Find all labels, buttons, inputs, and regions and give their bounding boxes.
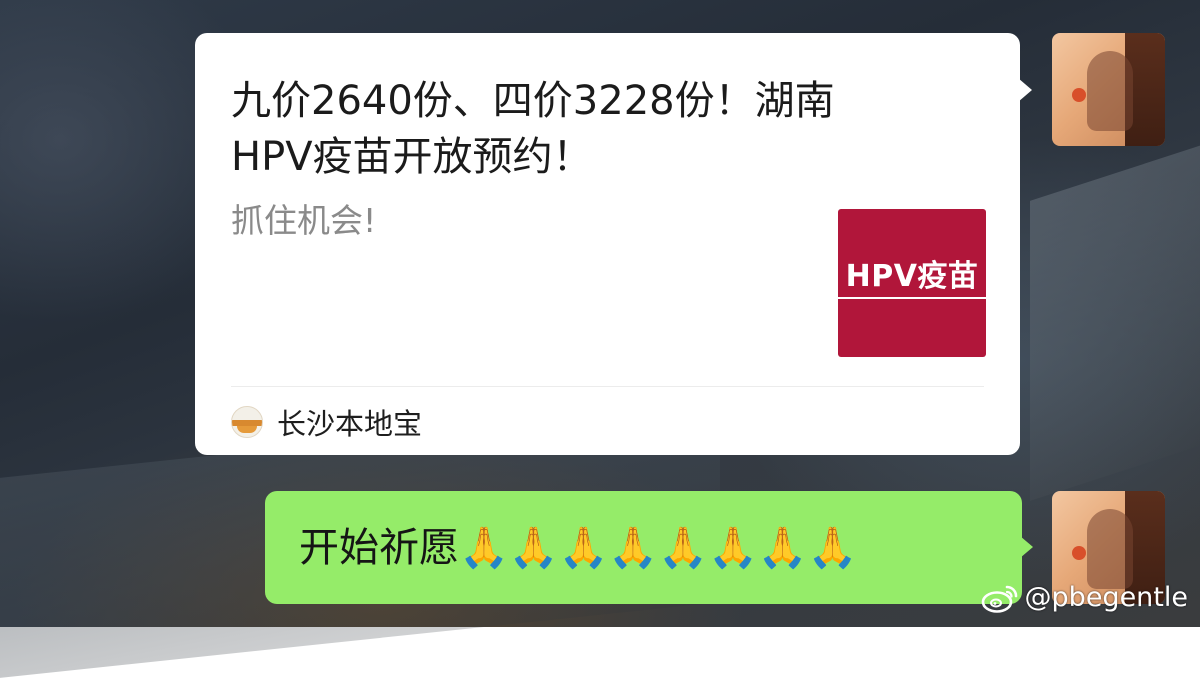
bubble-tail [1020,536,1033,558]
text-message-bubble[interactable]: 开始祈愿🙏🙏🙏🙏🙏🙏🙏🙏 [265,491,1022,604]
card-tail [1018,78,1032,102]
avatar[interactable] [1052,33,1165,146]
article-card-message[interactable]: 九价2640份、四价3228份！湖南 HPV疫苗开放预约！ 抓住机会! HPV疫… [195,33,1020,455]
background-stone [1030,139,1200,501]
article-title: 九价2640份、四价3228份！湖南 HPV疫苗开放预约！ [231,78,835,180]
article-source[interactable]: 长沙本地宝 [231,405,422,441]
source-logo-icon [231,406,263,438]
article-thumbnail: HPV疫苗 [838,209,986,357]
thumbnail-text: HPV疫苗 [845,259,979,294]
weibo-icon [981,585,1017,613]
article-description: 抓住机会! [231,201,377,240]
thumbnail-underline [838,297,986,299]
message-text: 开始祈愿🙏🙏🙏🙏🙏🙏🙏🙏 [299,525,858,571]
watermark: @pbegentle [981,582,1188,613]
card-divider [231,386,984,387]
watermark-handle: @pbegentle [1024,582,1188,613]
source-name: 长沙本地宝 [277,407,423,441]
